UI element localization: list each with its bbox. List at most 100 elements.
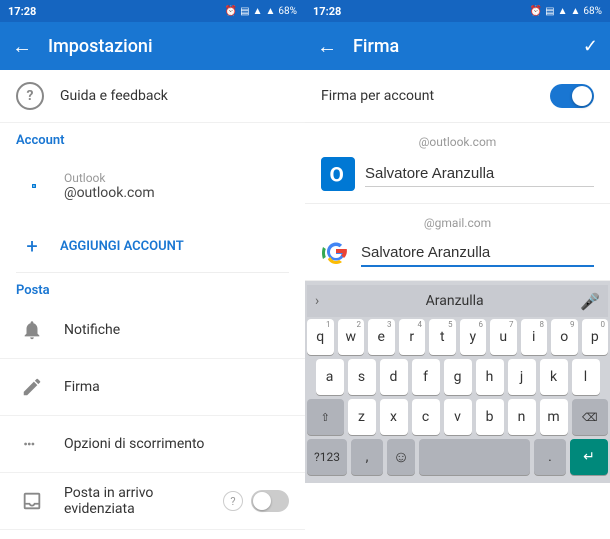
key-u[interactable]: u7 xyxy=(490,319,517,355)
firma-toggle[interactable] xyxy=(550,84,594,108)
key-x[interactable]: x xyxy=(380,399,408,435)
battery-icon-r: 68% xyxy=(583,6,602,17)
keyboard-row-4: ?123 , ☺ . ↵ xyxy=(307,439,608,475)
add-account-label: AGGIUNGI ACCOUNT xyxy=(60,239,184,254)
signal-icon: ▲ xyxy=(266,6,276,17)
sim-icon: ▤ xyxy=(240,6,249,17)
info-icon: ? xyxy=(223,491,243,511)
firma-panel: 17:28 ⏰ ▤ ▲ ▲ 68% ← Firma ✓ Firma per ac… xyxy=(305,0,610,539)
battery-icon: 68% xyxy=(278,6,297,17)
suggestion-word[interactable]: Aranzulla xyxy=(329,293,580,309)
key-z[interactable]: z xyxy=(348,399,376,435)
key-k[interactable]: k xyxy=(540,359,568,395)
key-m[interactable]: m xyxy=(540,399,568,435)
keyboard-row-3: ⇧ z x c v b n m ⌫ xyxy=(307,399,608,435)
numbers-key[interactable]: ?123 xyxy=(307,439,347,475)
back-button-left[interactable]: ← xyxy=(12,34,32,59)
gmail-firma-email: @gmail.com xyxy=(321,216,594,230)
account-email: @outlook.com xyxy=(64,185,155,201)
help-icon: ? xyxy=(16,82,44,110)
enter-key[interactable]: ↵ xyxy=(570,439,608,475)
key-d[interactable]: d xyxy=(380,359,408,395)
key-g[interactable]: g xyxy=(444,359,472,395)
pen-icon xyxy=(16,371,48,403)
shift-key[interactable]: ⇧ xyxy=(307,399,344,435)
gmail-signature-input[interactable] xyxy=(361,240,594,267)
key-n[interactable]: n xyxy=(508,399,536,435)
wifi-icon: ▲ xyxy=(253,6,263,17)
key-l[interactable]: l xyxy=(572,359,600,395)
save-check-button[interactable]: ✓ xyxy=(583,36,598,57)
svg-text:O: O xyxy=(330,164,344,188)
key-p[interactable]: p0 xyxy=(582,319,609,355)
google-firma-icon xyxy=(321,238,351,268)
key-f[interactable]: f xyxy=(412,359,440,395)
key-h[interactable]: h xyxy=(476,359,504,395)
status-bar-left: 17:28 ⏰ ▤ ▲ ▲ 68% xyxy=(0,0,305,22)
firma-toggle-row: Firma per account xyxy=(305,70,610,123)
space-key[interactable] xyxy=(419,439,530,475)
settings-content: ? Guida e feedback Account O Outlook @ou… xyxy=(0,70,305,539)
outlook-account-item[interactable]: O Outlook @outlook.com xyxy=(0,152,305,220)
emoji-key[interactable]: ☺ xyxy=(387,439,415,475)
keyboard-row-2: a s d f g h j k l xyxy=(307,359,608,395)
posta-section-header: Posta xyxy=(0,273,305,302)
notifiche-item[interactable]: Notifiche xyxy=(0,302,305,359)
key-w[interactable]: w2 xyxy=(338,319,365,355)
back-button-right[interactable]: ← xyxy=(317,34,337,59)
keyboard-row-1: q1 w2 e3 r4 t5 y6 u7 i8 o9 p0 xyxy=(307,319,608,355)
suggestion-bar: › Aranzulla 🎤 xyxy=(307,285,608,317)
key-e[interactable]: e3 xyxy=(368,319,395,355)
settings-panel: 17:28 ⏰ ▤ ▲ ▲ 68% ← Impostazioni ? Guida… xyxy=(0,0,305,539)
outlook-icon: O xyxy=(16,160,52,212)
chevron-icon: › xyxy=(315,293,319,309)
comma-key[interactable]: , xyxy=(351,439,383,475)
notifiche-label: Notifiche xyxy=(64,322,289,338)
wifi-icon-r: ▲ xyxy=(558,6,568,17)
signal-icon-r: ▲ xyxy=(571,6,581,17)
key-o[interactable]: o9 xyxy=(551,319,578,355)
scroll-icon xyxy=(16,428,48,460)
outlook-firma-row: O xyxy=(321,157,594,191)
mic-icon[interactable]: 🎤 xyxy=(580,292,600,311)
help-label: Guida e feedback xyxy=(60,88,289,104)
key-s[interactable]: s xyxy=(348,359,376,395)
key-b[interactable]: b xyxy=(476,399,504,435)
key-a[interactable]: a xyxy=(316,359,344,395)
outlook-signature-input[interactable] xyxy=(365,161,594,187)
status-icons-right: ⏰ ▤ ▲ ▲ 68% xyxy=(530,6,602,17)
key-v[interactable]: v xyxy=(444,399,472,435)
top-bar-right: ← Firma ✓ xyxy=(305,22,610,70)
key-c[interactable]: c xyxy=(412,399,440,435)
key-y[interactable]: y6 xyxy=(460,319,487,355)
period-key[interactable]: . xyxy=(534,439,566,475)
account-type: Outlook xyxy=(64,171,155,185)
focused-inbox-toggle[interactable] xyxy=(251,490,289,512)
plus-icon: + xyxy=(16,230,48,262)
outlook-firma-email: @outlook.com xyxy=(321,135,594,149)
account-info: Outlook @outlook.com xyxy=(64,171,155,201)
focused-inbox-label: Posta in arrivo evidenziata xyxy=(64,485,223,517)
outlook-firma-section: @outlook.com O xyxy=(305,123,610,204)
key-q[interactable]: q1 xyxy=(307,319,334,355)
scroll-options-item[interactable]: Opzioni di scorrimento xyxy=(0,416,305,473)
key-t[interactable]: t5 xyxy=(429,319,456,355)
alarm-icon: ⏰ xyxy=(225,6,237,17)
sim-icon-r: ▤ xyxy=(545,6,554,17)
firma-label: Firma xyxy=(64,379,289,395)
key-i[interactable]: i8 xyxy=(521,319,548,355)
help-feedback-item[interactable]: ? Guida e feedback xyxy=(0,70,305,123)
key-r[interactable]: r4 xyxy=(399,319,426,355)
add-account-row[interactable]: + AGGIUNGI ACCOUNT xyxy=(0,220,305,272)
key-j[interactable]: j xyxy=(508,359,536,395)
focused-inbox-item[interactable]: Posta in arrivo evidenziata ? xyxy=(0,473,305,530)
firma-item[interactable]: Firma xyxy=(0,359,305,416)
scroll-label: Opzioni di scorrimento xyxy=(64,436,289,452)
time-right: 17:28 xyxy=(313,5,341,18)
gmail-firma-row xyxy=(321,238,594,268)
status-icons-left: ⏰ ▤ ▲ ▲ 68% xyxy=(225,6,297,17)
alarm-icon-r: ⏰ xyxy=(530,6,542,17)
page-title-left: Impostazioni xyxy=(48,36,293,57)
bell-icon xyxy=(16,314,48,346)
backspace-key[interactable]: ⌫ xyxy=(572,399,609,435)
